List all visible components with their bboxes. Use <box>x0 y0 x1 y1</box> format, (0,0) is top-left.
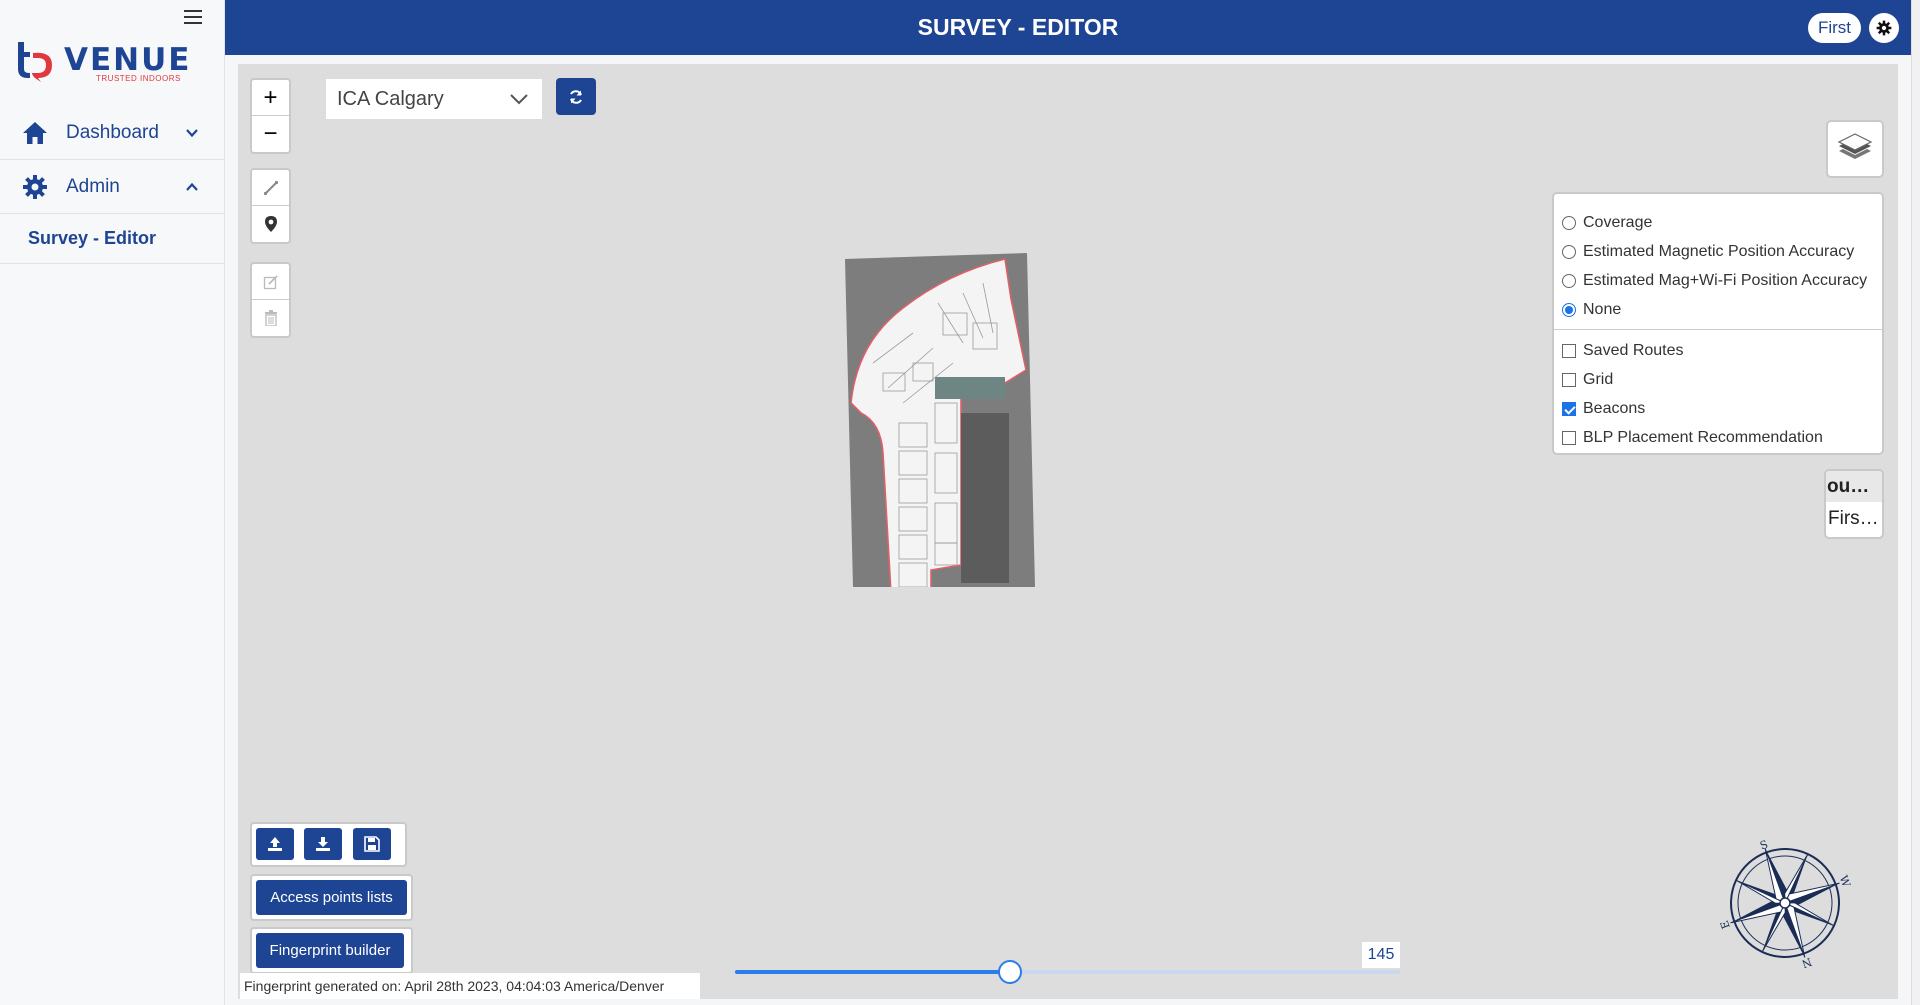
layers-panel: Coverage Estimated Magnetic Position Acc… <box>1552 192 1884 455</box>
upload-icon <box>268 837 282 851</box>
time-slider[interactable] <box>735 960 1400 984</box>
site-select[interactable]: ICA Calgary <box>325 78 543 120</box>
draw-marker-button[interactable] <box>252 206 289 242</box>
sidebar: VENUE TRUSTED INDOORS Dashboard Admin Su… <box>0 0 225 1005</box>
sidebar-item-label: Dashboard <box>66 121 159 143</box>
layer-checkbox-grid[interactable]: Grid <box>1562 365 1874 394</box>
layer-label: Coverage <box>1583 213 1653 231</box>
floor-selector[interactable]: ou… First… <box>1824 469 1884 539</box>
checkbox[interactable] <box>1562 343 1576 358</box>
layer-radio-coverage[interactable]: Coverage <box>1562 208 1874 237</box>
sidebar-item-label: Admin <box>66 175 120 197</box>
compass-letter-s: S <box>1758 838 1770 853</box>
layer-label: None <box>1583 300 1622 318</box>
slider-fill <box>735 970 1010 974</box>
edit-icon <box>263 274 278 289</box>
chevron-down-icon <box>510 94 528 105</box>
hamburger-menu-icon[interactable] <box>184 10 202 26</box>
compass-rose-icon: S W N E <box>1718 838 1853 968</box>
edit-tools <box>250 262 291 338</box>
home-icon <box>23 121 47 144</box>
access-points-wrapper: Access points lists <box>250 874 413 921</box>
chevron-down-icon <box>186 128 198 137</box>
edit-layer-button[interactable] <box>252 264 289 300</box>
layer-checkbox-beacons[interactable]: Beacons <box>1562 394 1874 423</box>
checkbox[interactable] <box>1562 430 1576 445</box>
radio-button[interactable] <box>1562 244 1576 259</box>
compass-letter-e: E <box>1718 919 1733 931</box>
draw-tools <box>250 168 291 244</box>
layer-checkbox-saved-routes[interactable]: Saved Routes <box>1562 336 1874 365</box>
page-title: SURVEY - EDITOR <box>917 14 1119 40</box>
layers-icon <box>1837 133 1873 159</box>
layer-label: BLP Placement Recommendation <box>1583 428 1823 446</box>
brand-logo: VENUE TRUSTED INDOORS <box>14 40 204 85</box>
floor-group-label: ou… <box>1826 471 1882 502</box>
download-icon <box>316 837 331 851</box>
gear-icon <box>1876 20 1892 36</box>
download-button[interactable] <box>304 828 343 860</box>
refresh-icon <box>570 89 582 104</box>
access-points-lists-button[interactable]: Access points lists <box>256 880 407 915</box>
layer-checkbox-blp-recommendation[interactable]: BLP Placement Recommendation <box>1562 423 1874 452</box>
sidebar-item-admin[interactable]: Admin <box>0 160 225 214</box>
chevron-up-icon <box>186 182 198 191</box>
compass-letter-w: W <box>1837 874 1853 890</box>
brand-tagline: TRUSTED INDOORS <box>96 74 181 83</box>
fingerprint-builder-wrapper: Fingerprint builder <box>250 927 413 974</box>
checkbox-checked[interactable] <box>1562 401 1576 416</box>
radio-button-selected[interactable] <box>1562 302 1576 317</box>
map-marker-icon <box>264 216 277 232</box>
slider-value-label: 145 <box>1362 942 1400 968</box>
zoom-out-button[interactable]: − <box>252 116 289 152</box>
refresh-button[interactable] <box>556 78 596 115</box>
fingerprint-builder-button[interactable]: Fingerprint builder <box>256 933 404 968</box>
upload-button[interactable] <box>256 828 294 860</box>
site-select-value: ICA Calgary <box>337 87 444 110</box>
draw-line-button[interactable] <box>252 170 289 206</box>
trash-icon <box>264 310 277 326</box>
top-header: SURVEY - EDITOR First <box>225 0 1911 55</box>
settings-button[interactable] <box>1869 13 1899 43</box>
brand-name: VENUE <box>64 42 192 78</box>
slider-thumb[interactable] <box>997 960 1022 984</box>
fingerprint-status-text: Fingerprint generated on: April 28th 202… <box>240 973 700 999</box>
radio-button[interactable] <box>1562 273 1576 288</box>
app: VENUE TRUSTED INDOORS Dashboard Admin Su… <box>0 0 1920 1005</box>
compass-letter-n: N <box>1800 955 1814 968</box>
layer-label: Estimated Mag+Wi-Fi Position Accuracy <box>1583 271 1868 289</box>
zoom-controls: + − <box>250 78 291 154</box>
layer-label: Estimated Magnetic Position Accuracy <box>1583 242 1855 260</box>
page-scrollbar[interactable] <box>1911 0 1920 1005</box>
layer-radio-magnetic-accuracy[interactable]: Estimated Magnetic Position Accuracy <box>1562 237 1874 266</box>
layers-toggle-button[interactable] <box>1826 120 1884 178</box>
gear-icon <box>23 174 47 199</box>
floor-item-first[interactable]: First… <box>1826 502 1882 536</box>
sidebar-item-survey-editor[interactable]: Survey - Editor <box>0 214 225 264</box>
delete-layer-button[interactable] <box>252 300 289 336</box>
sidebar-subitem-label: Survey - Editor <box>28 228 157 248</box>
sidebar-item-dashboard[interactable]: Dashboard <box>0 106 225 160</box>
radio-button[interactable] <box>1562 215 1576 230</box>
save-icon <box>364 836 380 852</box>
layer-label: Saved Routes <box>1583 341 1684 359</box>
checkbox[interactable] <box>1562 372 1576 387</box>
line-icon <box>263 180 278 195</box>
zoom-in-button[interactable]: + <box>252 80 289 116</box>
layer-radio-mag-wifi-accuracy[interactable]: Estimated Mag+Wi-Fi Position Accuracy <box>1562 266 1874 295</box>
layer-label: Grid <box>1583 370 1614 388</box>
layers-divider <box>1554 329 1882 330</box>
layer-radio-none[interactable]: None <box>1562 295 1874 324</box>
save-button[interactable] <box>352 828 391 860</box>
file-tools <box>250 822 407 867</box>
user-menu-button[interactable]: First <box>1807 13 1861 43</box>
floor-plan-image[interactable] <box>843 253 1038 587</box>
layer-label: Beacons <box>1583 399 1646 417</box>
venue-logo-icon <box>18 42 52 82</box>
